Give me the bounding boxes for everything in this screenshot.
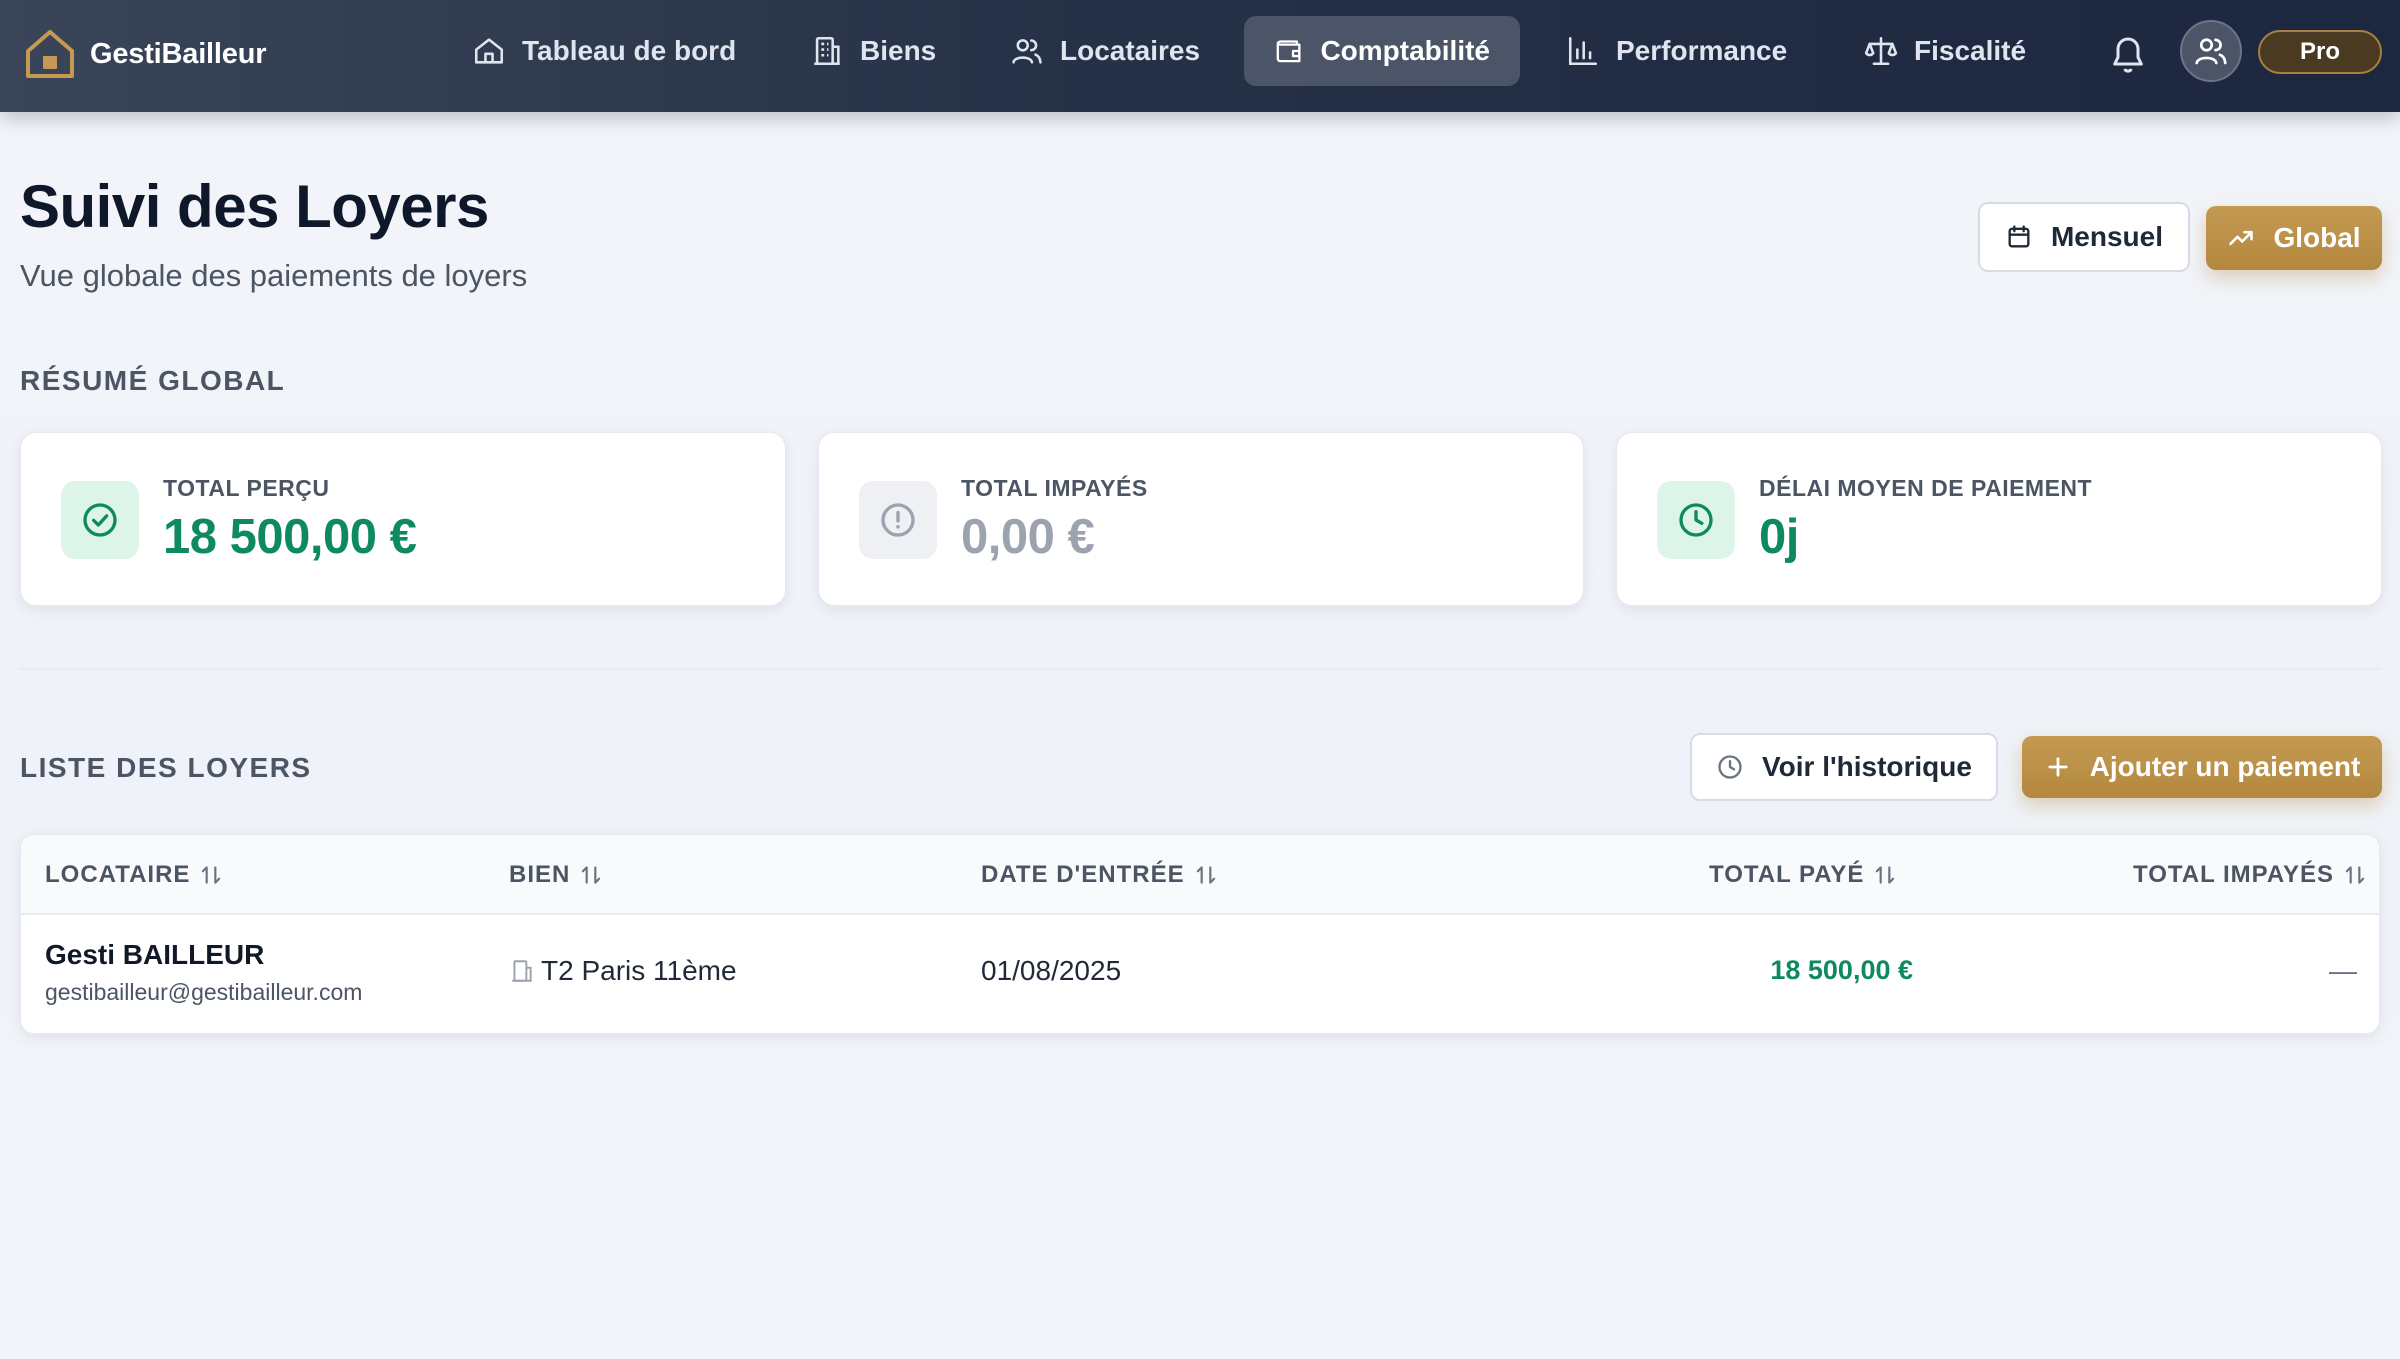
entry-date: 01/08/2025 [981, 955, 1122, 986]
nav-tableau-de-bord[interactable]: Tableau de bord [442, 16, 766, 86]
plus-icon [2048, 757, 2068, 777]
property-cell[interactable]: T2 Paris 11ème [509, 955, 737, 987]
summary-section-title: RÉSUMÉ GLOBAL [20, 365, 286, 396]
house-logo-icon [26, 30, 74, 78]
building-icon [512, 960, 532, 982]
trending-up-icon [2229, 230, 2254, 246]
page-title: Suivi des Loyers [20, 173, 489, 240]
nav-comptabilite[interactable]: Comptabilité [1244, 16, 1520, 86]
tenant-name: Gesti BAILLEUR [45, 939, 265, 970]
monthly-view-button[interactable]: Mensuel [1978, 202, 2190, 272]
button-label: Ajouter un paiement [2089, 751, 2361, 782]
nav-label: Tableau de bord [522, 35, 737, 66]
card-icon-wrapper [1657, 481, 1735, 559]
bell-icon[interactable] [2108, 32, 2148, 76]
property-name: T2 Paris 11ème [541, 955, 737, 986]
home-icon [474, 38, 504, 64]
plan-badge[interactable]: Pro [2258, 30, 2382, 74]
clock-icon [1718, 755, 1742, 779]
card-icon-wrapper [859, 481, 937, 559]
sort-icon [1876, 866, 1895, 884]
check-circle-icon [83, 503, 117, 537]
total-paid: 18 500,00 € [1770, 955, 1913, 985]
nav-fiscalite[interactable]: Fiscalité [1834, 16, 2056, 86]
column-header-label: LOCATAIRE [45, 861, 191, 888]
button-label: Voir l'historique [1762, 751, 1972, 782]
column-header-total-paye[interactable]: TOTAL PAYÉ [1709, 835, 1898, 915]
calendar-icon [2008, 225, 2030, 248]
users-icon [1012, 39, 1042, 64]
add-payment-button[interactable]: Ajouter un paiement [2022, 736, 2382, 798]
column-header-date-entree[interactable]: DATE D'ENTRÉE [981, 835, 1219, 915]
wallet-icon [1276, 40, 1301, 63]
stat-card-total-impayes: TOTAL IMPAYÉS 0,00 € [818, 432, 1584, 606]
users-icon [2195, 38, 2227, 65]
stat-card-delai-moyen: DÉLAI MOYEN DE PAIEMENT 0j [1616, 432, 2382, 606]
nav-biens[interactable]: Biens [780, 16, 966, 86]
column-header-bien[interactable]: BIEN [509, 835, 604, 915]
column-header-label: TOTAL PAYÉ [1709, 861, 1865, 888]
column-header-total-impayes[interactable]: TOTAL IMPAYÉS [2133, 835, 2368, 915]
stat-card-total-percu: TOTAL PERÇU 18 500,00 € [20, 432, 786, 606]
sort-icon [582, 866, 601, 884]
column-header-label: DATE D'ENTRÉE [981, 861, 1185, 888]
nav-label: Performance [1616, 35, 1788, 66]
sort-icon [1196, 866, 1215, 884]
card-value: 0,00 € [961, 510, 1095, 564]
nav-label: Locataires [1060, 35, 1201, 66]
alert-circle-icon [881, 503, 915, 537]
building-icon [814, 36, 840, 66]
nav-label: Comptabilité [1320, 35, 1490, 66]
rents-table: LOCATAIRE BIEN DATE D'ENTRÉE TOTAL PAYÉ … [20, 834, 2380, 1034]
section-divider [20, 668, 2380, 670]
total-unpaid: — [2329, 955, 2357, 986]
card-label: TOTAL PERÇU [163, 475, 330, 501]
scales-icon [1864, 36, 1898, 66]
sort-icon [2345, 866, 2365, 884]
global-view-button[interactable]: Global [2206, 206, 2382, 270]
top-navigation-bar: GestiBailleur Tableau de bord Biens Loca… [0, 0, 2400, 112]
user-avatar-button[interactable] [2180, 20, 2242, 82]
nav-performance[interactable]: Performance [1536, 16, 1817, 86]
rents-section-title: LISTE DES LOYERS [20, 752, 312, 783]
nav-locataires[interactable]: Locataires [980, 16, 1230, 86]
nav-label: Biens [860, 35, 937, 66]
brand-logo[interactable]: GestiBailleur [24, 24, 267, 84]
card-value: 18 500,00 € [163, 510, 417, 564]
nav-label: Fiscalité [1914, 35, 2027, 66]
sort-icon [202, 866, 221, 884]
page-subtitle: Vue globale des paiements de loyers [20, 258, 528, 293]
clock-icon [1679, 503, 1713, 537]
card-label: TOTAL IMPAYÉS [961, 475, 1148, 501]
card-icon-wrapper [61, 481, 139, 559]
tenant-email: gestibailleur@gestibailleur.com [45, 979, 363, 1005]
column-header-label: TOTAL IMPAYÉS [2133, 861, 2335, 888]
column-header-label: BIEN [509, 861, 571, 888]
brand-name: GestiBailleur [90, 37, 267, 70]
card-label: DÉLAI MOYEN DE PAIEMENT [1759, 475, 2093, 501]
button-label: Mensuel [2050, 221, 2164, 252]
column-header-locataire[interactable]: LOCATAIRE [45, 835, 224, 915]
history-button[interactable]: Voir l'historique [1690, 733, 1998, 801]
button-label: Global [2273, 222, 2361, 253]
card-value: 0j [1759, 510, 1799, 564]
table-header: LOCATAIRE BIEN DATE D'ENTRÉE TOTAL PAYÉ … [21, 835, 2379, 915]
bar-chart-icon [1568, 36, 1598, 66]
